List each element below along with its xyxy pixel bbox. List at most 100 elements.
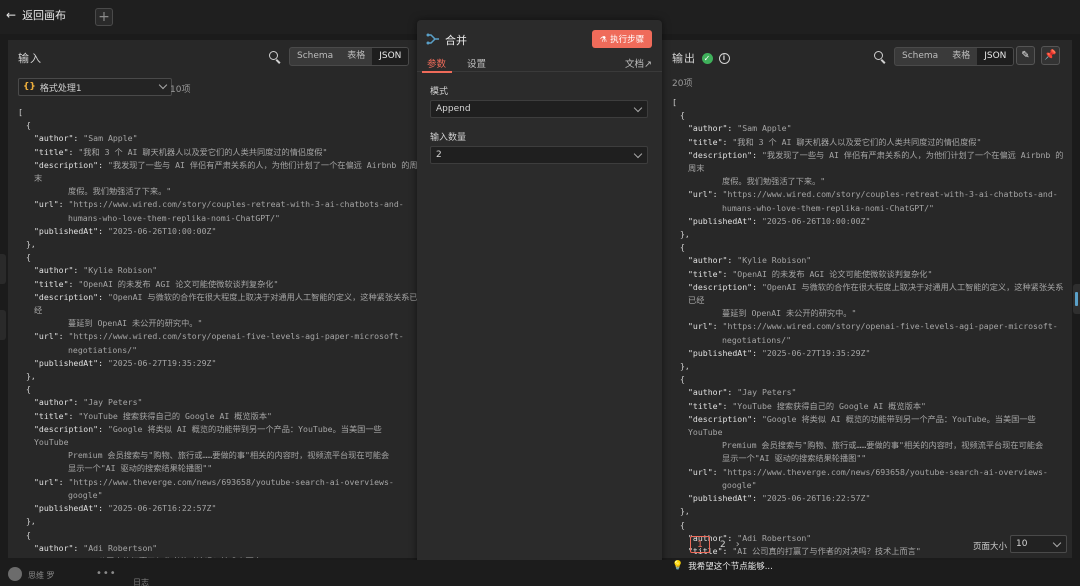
json-field-publishedAt: "publishedAt": "2025-06-27T19:35:29Z" xyxy=(18,357,418,370)
search-icon[interactable] xyxy=(873,50,887,64)
page-button-2[interactable]: 2 xyxy=(720,540,726,550)
edit-output-button[interactable]: ✎ xyxy=(1016,46,1035,65)
success-check-icon: ✓ xyxy=(702,52,713,64)
json-key: "title": xyxy=(34,556,78,558)
chevron-down-icon xyxy=(633,103,643,113)
pin-icon: 📌 xyxy=(1044,50,1057,61)
json-value: "Adi Robertson" xyxy=(83,542,158,553)
json-field-publishedAt: "publishedAt": "2025-06-26T16:22:57Z" xyxy=(672,492,1066,505)
view-tab-schema[interactable]: Schema xyxy=(895,48,945,65)
view-tab-table[interactable]: 表格 xyxy=(340,48,372,65)
json-line: { xyxy=(680,374,685,385)
info-icon[interactable]: i xyxy=(719,52,730,64)
json-line: { xyxy=(680,110,685,121)
json-value: "Jay Peters" xyxy=(83,397,143,408)
more-options-icon[interactable]: ••• xyxy=(96,568,117,579)
view-tab-json[interactable]: JSON xyxy=(372,48,409,65)
json-value-continued: Premium 会员搜索与"购物、旅行或……要做的事"相关的内容时，视频流平台现… xyxy=(68,450,390,461)
resize-bar xyxy=(1075,292,1078,306)
external-link-icon: ↗ xyxy=(644,59,652,70)
page-size-label: 页面大小 xyxy=(973,542,1008,552)
json-line: [ xyxy=(18,107,23,117)
view-tab-schema[interactable]: Schema xyxy=(290,48,340,65)
json-value-continued: 蔓延到 OpenAI 未公开的研究中。" xyxy=(722,308,857,319)
chevron-right-icon[interactable]: › xyxy=(736,539,740,550)
input-json-view: [{"author": "Sam Apple" "title": "我和 3 个 … xyxy=(18,106,418,558)
json-value: "Adi Robertson" xyxy=(737,532,812,543)
json-key: "url": xyxy=(688,321,723,332)
json-value-continued: negotiations/" xyxy=(68,344,138,355)
json-field-url: "url": "https://www.wired.com/story/open… xyxy=(672,320,1066,333)
json-key: "title": xyxy=(34,146,79,157)
json-line: { xyxy=(680,242,685,253)
json-field-description: "description": "Google 将类似 AI 概览的功能带到另一个… xyxy=(18,423,418,449)
json-key: "author": xyxy=(688,387,738,398)
tab-settings[interactable]: 设置 xyxy=(467,56,486,70)
docs-link[interactable]: 文档↗ xyxy=(625,56,652,70)
json-value-continued: google" xyxy=(68,489,103,500)
view-tab-table[interactable]: 表格 xyxy=(945,48,977,65)
feedback-hint[interactable]: 💡 我希望这个节点能够... xyxy=(672,560,773,572)
json-field-publishedAt: "publishedAt": "2025-06-26T10:00:00Z" xyxy=(672,215,1066,228)
input-item-count: 10项 xyxy=(170,85,191,95)
json-value: "https://www.wired.com/story/openai-five… xyxy=(722,321,1058,332)
input-panel-title: 输入 xyxy=(18,52,42,65)
add-node-button[interactable]: + xyxy=(95,8,113,26)
input-node-select[interactable]: {} 格式处理1 xyxy=(18,78,172,96)
left-edge-handle[interactable] xyxy=(0,254,6,284)
lightbulb-icon: 💡 xyxy=(672,561,684,571)
json-value: "https://www.wired.com/story/couples-ret… xyxy=(68,199,404,210)
json-field-url: "url": "https://www.wired.com/story/open… xyxy=(18,330,418,343)
json-field-publishedAt: "publishedAt": "2025-06-26T16:22:57Z" xyxy=(18,502,418,515)
left-edge-handle[interactable] xyxy=(0,310,6,340)
json-value: "2025-06-26T16:22:57Z" xyxy=(761,493,871,504)
json-field-title: "title": "YouTube 搜索获得自己的 Google AI 概览版本… xyxy=(18,410,418,423)
inputs-count-select[interactable]: 2 xyxy=(430,146,648,164)
json-key: "author": xyxy=(688,123,738,134)
json-key: "author": xyxy=(34,265,84,276)
json-key: "url": xyxy=(688,189,723,200)
node-title: 合并 xyxy=(445,34,467,47)
json-key: "description": xyxy=(688,413,762,424)
json-value-continued: humans-who-love-them-replika-nomi-ChatGP… xyxy=(68,212,280,223)
execute-step-button[interactable]: ⚗ 执行步骤 xyxy=(592,30,652,48)
json-key: "publishedAt": xyxy=(34,225,108,236)
json-field-url: "url": "https://www.theverge.com/news/69… xyxy=(672,466,1066,479)
back-to-canvas-button[interactable]: ← 返回画布 xyxy=(6,7,66,23)
json-line: { xyxy=(26,529,31,540)
json-value: "YouTube 搜索获得自己的 Google AI 概览版本" xyxy=(732,400,926,411)
pin-output-button[interactable]: 📌 xyxy=(1041,46,1060,65)
json-field-description: "description": "OpenAI 与微软的合作在很大程度上取决于对通… xyxy=(18,291,418,317)
json-key: "url": xyxy=(34,476,69,487)
json-field-description: "description": "OpenAI 与微软的合作在很大程度上取决于对通… xyxy=(672,281,1066,307)
mode-select[interactable]: Append xyxy=(430,100,648,118)
json-value: "Jay Peters" xyxy=(737,387,797,398)
json-key: "description": xyxy=(34,423,108,434)
log-label[interactable]: 日志 xyxy=(133,577,149,586)
right-edge-handle[interactable] xyxy=(1073,284,1080,314)
json-value: "https://www.theverge.com/news/693658/yo… xyxy=(68,476,394,487)
json-value: "OpenAI 的未发布 AGI 论文可能使微软谈判复杂化" xyxy=(78,278,279,289)
tab-parameters[interactable]: 参数 xyxy=(427,56,446,70)
avatar[interactable] xyxy=(8,567,22,581)
arrow-left-icon: ← xyxy=(6,8,17,22)
json-key: "publishedAt": xyxy=(688,347,762,358)
json-field-description: "description": "我发现了一些与 AI 伴侣有严肃关系的人，为他们… xyxy=(18,159,418,185)
json-value: "我和 3 个 AI 聊天机器人以及爱它们的人类共同度过的情侣度假" xyxy=(78,146,328,157)
chevron-down-icon xyxy=(158,80,168,90)
json-value: "我和 3 个 AI 聊天机器人以及爱它们的人类共同度过的情侣度假" xyxy=(732,136,982,147)
json-field-description: "description": "我发现了一些与 AI 伴侣有严肃关系的人，为他们… xyxy=(672,149,1066,175)
bottom-bar xyxy=(0,560,1080,586)
merge-node-icon xyxy=(426,33,439,45)
json-key: "title": xyxy=(34,278,79,289)
json-key: "author": xyxy=(688,255,738,266)
braces-icon: {} xyxy=(23,82,36,92)
view-tab-json[interactable]: JSON xyxy=(977,48,1014,65)
json-field-publishedAt: "publishedAt": "2025-06-26T10:00:00Z" xyxy=(18,225,418,238)
search-icon[interactable] xyxy=(268,50,282,64)
json-value: "AI 公司真的打赢了与作者的对决吗？技术上而言" xyxy=(732,545,921,556)
page-button-1[interactable]: 1 xyxy=(690,536,710,553)
page-size-select[interactable]: 10 xyxy=(1010,535,1067,553)
json-line: { xyxy=(680,519,685,530)
json-line: [ xyxy=(672,97,677,107)
